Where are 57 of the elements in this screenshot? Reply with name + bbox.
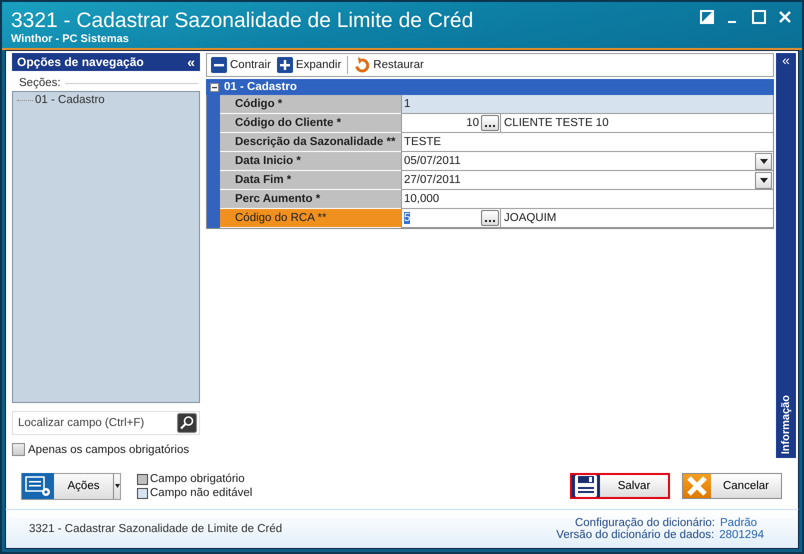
plus-icon	[276, 57, 293, 73]
browse-button[interactable]	[481, 115, 499, 131]
field-label: Código do RCA **	[220, 209, 401, 228]
search-icon[interactable]	[177, 413, 197, 433]
input-field[interactable]: 10	[401, 114, 500, 133]
field-label: Código *	[220, 95, 401, 114]
undo-icon	[354, 57, 370, 73]
collapse-button[interactable]: «	[187, 55, 195, 69]
dropdown-button[interactable]	[755, 152, 772, 170]
group-title: 01 - Cadastro	[224, 81, 297, 93]
status-value: 2801294	[719, 529, 764, 541]
minus-icon	[210, 82, 219, 92]
checkbox[interactable]	[12, 443, 25, 456]
legend-label: Campo não editável	[150, 487, 252, 499]
side-panel-tab[interactable]: Informação	[780, 390, 792, 458]
browse-button[interactable]	[481, 210, 499, 226]
panel-title: Opções de navegação	[17, 55, 144, 69]
window-title: 3321 - Cadastrar Sazonalidade de Limite de Créd	[11, 9, 474, 33]
input-field[interactable]: TESTE	[401, 133, 773, 152]
input-field[interactable]: 27/07/2011	[401, 171, 773, 190]
status-text: 3321 - Cadastrar Sazonalidade de Limite de Créd	[29, 523, 282, 535]
caret-icon	[760, 178, 768, 182]
expand-button[interactable]: Expandir	[276, 57, 342, 73]
status-label: Configuração do dicionário:	[574, 517, 715, 529]
input-field[interactable]: 10,000	[401, 190, 773, 209]
actions-button[interactable]: Ações	[21, 472, 121, 500]
field-label: Perc Aumento *	[220, 190, 401, 209]
status-label: Versão do dicionário de dados:	[556, 529, 714, 541]
status-value: Padrão	[720, 517, 758, 529]
dropdown-button[interactable]	[755, 172, 772, 188]
caret-icon	[760, 158, 768, 164]
collapse-button[interactable]: Contrair	[211, 57, 271, 73]
window-subtitle: Winthor - PC Sistemas	[11, 33, 130, 45]
description-cell: JOAQUIM	[500, 209, 773, 228]
checkbox-label: Apenas os campos obrigatórios	[28, 444, 190, 456]
minus-icon	[211, 57, 227, 73]
save-button[interactable]: Salvar	[570, 473, 670, 499]
legend-label: Campo obrigatório	[150, 473, 245, 485]
section-label: Seções:	[19, 77, 61, 89]
close-icon[interactable]	[778, 10, 792, 24]
input-field: 1	[401, 95, 773, 114]
caret-icon	[114, 484, 120, 488]
collapse-button[interactable]: «	[782, 53, 790, 67]
maximize-icon[interactable]	[752, 10, 766, 24]
field-label: Descrição da Sazonalidade **	[220, 133, 401, 152]
field-label: Data Fim *	[220, 171, 401, 190]
field-label: Código do Cliente *	[220, 114, 401, 133]
cancel-button[interactable]: Cancelar	[682, 473, 782, 499]
group-header[interactable]: 01 - Cadastro	[206, 79, 774, 95]
restore-button[interactable]: Restaurar	[354, 57, 424, 73]
field-label: Data Inicio *	[220, 152, 401, 171]
list-gear-icon	[22, 473, 54, 499]
input-field[interactable]: 05/07/2011	[401, 152, 773, 171]
tree-item[interactable]: 01 - Cadastro	[17, 94, 199, 106]
search-field[interactable]: Localizar campo (Ctrl+F)	[12, 411, 200, 435]
restore-icon[interactable]	[700, 10, 714, 24]
input-field[interactable]: 5	[401, 209, 500, 228]
